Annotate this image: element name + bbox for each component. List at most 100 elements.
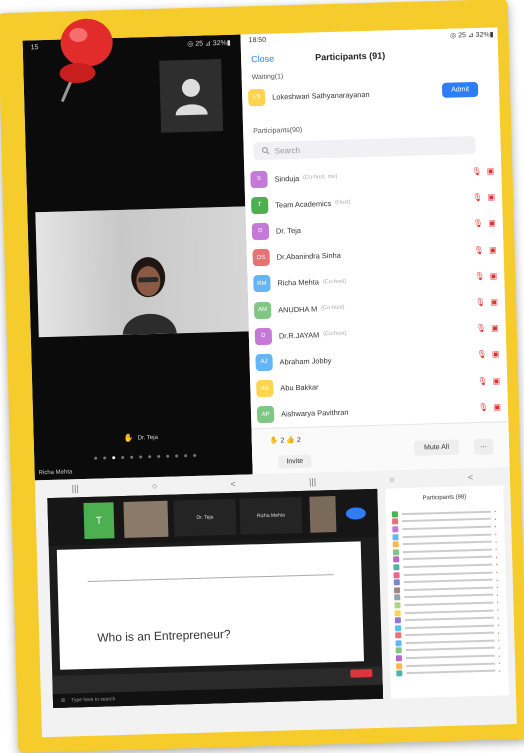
recents-icon[interactable]: ||| xyxy=(309,477,316,487)
participant-role: (Co-host) xyxy=(322,278,347,286)
mic-muted-icon: 🎙 xyxy=(472,219,484,229)
participants-title: Participants (91) xyxy=(314,50,386,63)
avatar xyxy=(392,518,399,525)
participant-name: Abu Bakkar xyxy=(280,382,319,393)
mic-muted-icon: • xyxy=(498,645,500,651)
participant-name-blur xyxy=(403,556,492,561)
participant-status-icons: 🎙 ▣ xyxy=(475,297,498,307)
video-off-icon: ▣ xyxy=(493,402,502,412)
avatar xyxy=(395,624,402,632)
avatar: S xyxy=(250,170,268,188)
speaker-video[interactable] xyxy=(35,206,249,338)
participant-status-icons: 🎙 ▣ xyxy=(474,271,497,281)
avatar xyxy=(391,511,398,518)
avatar: D xyxy=(251,222,270,241)
home-icon[interactable]: ○ xyxy=(389,474,395,484)
avatar: LS xyxy=(247,88,266,106)
avatar xyxy=(395,647,402,654)
avatar xyxy=(393,571,400,578)
participant-tile[interactable] xyxy=(309,496,337,533)
participant-name-blur xyxy=(404,601,494,607)
video-off-icon: ▣ xyxy=(488,244,497,255)
participant-tile[interactable]: Dr. Teja xyxy=(173,498,237,537)
self-name-label: Richa Mehta xyxy=(38,469,73,477)
participant-name: Aishwarya Pavithran xyxy=(280,407,349,419)
mic-muted-icon: • xyxy=(498,668,501,674)
admit-button[interactable]: Admit xyxy=(441,81,479,98)
participant-name-blur xyxy=(404,609,494,614)
video-off-icon: ▣ xyxy=(486,166,495,176)
video-off-icon: ▣ xyxy=(492,375,501,386)
participant-tile[interactable] xyxy=(123,500,169,538)
participant-tile[interactable]: T xyxy=(83,502,115,540)
mic-muted-icon: • xyxy=(497,622,500,628)
avatar xyxy=(392,533,399,541)
back-icon[interactable]: < xyxy=(230,479,236,489)
panel-participant-list: • • • • • • • • • • • • • • • • • • • • • • xyxy=(391,508,501,678)
participant-role: (Co-host) xyxy=(321,304,345,312)
participant-name-blur xyxy=(402,540,492,546)
participant-status-icons: 🎙 ▣ xyxy=(477,376,500,386)
mic-muted-icon: • xyxy=(498,660,501,666)
avatar-icon xyxy=(175,78,208,116)
mute-all-button[interactable]: Mute All xyxy=(413,439,460,456)
participant-name-blur xyxy=(403,578,493,584)
video-off-icon: ▣ xyxy=(491,349,500,359)
desktop-meeting-window: T Dr. Teja Richa Mehta Who is an Entrepr… xyxy=(47,488,384,708)
avatar: AM xyxy=(253,301,272,319)
mic-muted-icon: • xyxy=(496,569,498,575)
mic-muted-icon: • xyxy=(495,531,497,537)
participants-footer: ✋ 2 👍 2 Invite Mute All ⋯ xyxy=(251,421,510,475)
mic-muted-icon: • xyxy=(495,539,497,545)
search-input[interactable]: Search xyxy=(253,135,476,161)
participant-role: (Co-host) xyxy=(323,330,347,338)
participant-name-blur xyxy=(404,616,494,622)
reaction-counts: ✋ 2 👍 2 xyxy=(269,436,301,445)
avatar xyxy=(395,655,403,662)
participants-header: Close Participants (91) xyxy=(241,41,499,70)
avatar xyxy=(395,632,402,639)
search-placeholder: Search xyxy=(274,145,301,156)
slide-divider xyxy=(87,574,334,582)
invite-button[interactable]: Invite xyxy=(278,454,312,469)
status-indicators: ◎ 25 ⊿ 32%▮ xyxy=(187,39,231,48)
windows-start-icon[interactable]: ⊞ xyxy=(61,698,65,704)
waiting-room-label: Waiting(1) xyxy=(251,73,284,82)
shared-slide: Who is an Entrepreneur? xyxy=(56,541,365,670)
participant-name: Dr.R.JAYAM xyxy=(278,330,320,341)
participant-role: (Host) xyxy=(334,199,351,207)
back-icon[interactable]: < xyxy=(468,472,474,482)
avatar xyxy=(394,609,401,616)
more-button[interactable]: ⋯ xyxy=(473,438,494,456)
mic-muted-icon: • xyxy=(497,607,499,613)
mic-muted-icon: • xyxy=(497,630,500,636)
leave-button[interactable] xyxy=(350,669,373,678)
taskbar-search[interactable]: Type here to search xyxy=(71,696,115,703)
avatar xyxy=(393,556,400,563)
mic-muted-icon: • xyxy=(496,584,499,590)
participant-status-icons: 🎙 ▣ xyxy=(472,166,495,176)
push-pin-icon xyxy=(59,18,113,103)
home-icon[interactable]: ○ xyxy=(152,481,158,491)
panel-title: Participants (98) xyxy=(422,494,467,502)
self-view-tile[interactable] xyxy=(159,59,224,133)
mic-muted-icon: • xyxy=(495,561,498,568)
panel-participant-row[interactable]: • xyxy=(396,667,500,677)
slide-title: Who is an Entrepreneur? xyxy=(97,627,231,645)
avatar: DS xyxy=(252,248,270,267)
page-indicator[interactable] xyxy=(94,453,197,460)
close-button[interactable]: Close xyxy=(251,54,274,65)
participant-name-blur xyxy=(405,631,494,637)
photo-frame: 15 ◎ 25 ⊿ 32%▮ ✋ Dr. Teja Richa Mehta 18… xyxy=(0,0,524,753)
mic-muted-icon: • xyxy=(496,592,499,598)
avatar xyxy=(393,564,400,571)
participant-list: S Sinduja (Co-host, me) 🎙 ▣ T Team Academics (H… xyxy=(250,159,505,428)
avatar xyxy=(392,526,399,533)
mic-muted-icon: 🎙 xyxy=(477,376,488,386)
recents-icon[interactable]: ||| xyxy=(72,483,79,493)
video-strip: T Dr. Teja Richa Mehta xyxy=(47,488,379,547)
participant-tile[interactable]: Richa Mehta xyxy=(239,496,303,535)
mic-muted-icon: • xyxy=(494,516,497,522)
avatar: AB xyxy=(256,379,274,398)
avatar xyxy=(395,640,402,647)
